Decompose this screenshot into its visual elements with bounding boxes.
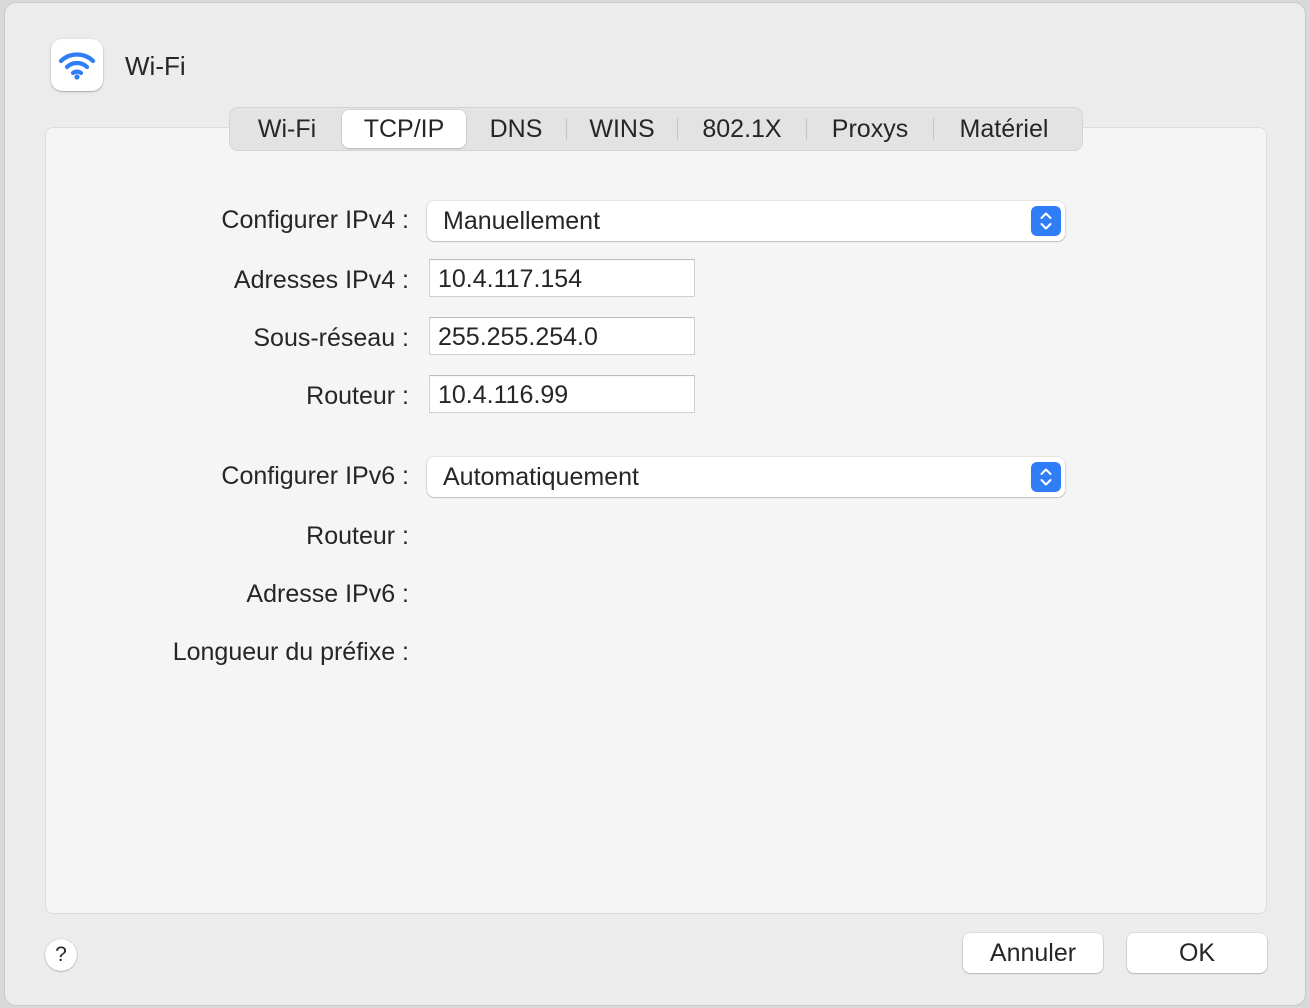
ipv4-router-value: 10.4.116.99 <box>438 381 569 409</box>
tab-dns[interactable]: DNS <box>466 110 566 148</box>
configure-ipv6-value: Automatiquement <box>443 463 639 491</box>
tab-materiel[interactable]: Matériel <box>934 110 1074 148</box>
tab-8021x[interactable]: 802.1X <box>678 110 806 148</box>
wifi-app-icon <box>51 39 103 91</box>
ipv4-address-label: Adresses IPv4 : <box>233 266 409 294</box>
cancel-button[interactable]: Annuler <box>963 933 1103 973</box>
ipv6-address-label: Adresse IPv6 : <box>246 580 409 608</box>
configure-ipv4-value: Manuellement <box>443 207 601 235</box>
ipv4-address-field[interactable]: 10.4.117.154 <box>429 259 695 297</box>
popup-stepper-icon <box>1031 462 1061 492</box>
subnet-value: 255.255.254.0 <box>438 323 598 351</box>
wifi-icon <box>58 52 96 80</box>
tab-proxys[interactable]: Proxys <box>807 110 933 148</box>
prefix-length-label: Longueur du préfixe : <box>172 638 409 666</box>
tab-tcpip[interactable]: TCP/IP <box>342 110 466 148</box>
subnet-field[interactable]: 255.255.254.0 <box>429 317 695 355</box>
ok-button[interactable]: OK <box>1127 933 1267 973</box>
help-button[interactable]: ? <box>45 939 77 971</box>
window-title: Wi-Fi <box>125 51 186 81</box>
ipv4-address-value: 10.4.117.154 <box>438 265 583 293</box>
subnet-label: Sous-réseau : <box>253 324 409 352</box>
ipv6-router-label: Routeur : <box>306 522 409 550</box>
popup-stepper-icon <box>1031 206 1061 236</box>
configure-ipv6-popup[interactable]: Automatiquement <box>427 457 1065 497</box>
ipv4-router-field[interactable]: 10.4.116.99 <box>429 375 695 413</box>
configure-ipv6-label: Configurer IPv6 : <box>221 462 409 490</box>
network-settings-window: Wi-Fi Wi-Fi TCP/IP DNS WINS 802.1X Proxy… <box>4 2 1306 1006</box>
configure-ipv4-popup[interactable]: Manuellement <box>427 201 1065 241</box>
configure-ipv4-label: Configurer IPv4 : <box>221 206 409 234</box>
tcpip-panel <box>45 127 1267 914</box>
tab-wifi[interactable]: Wi-Fi <box>232 110 342 148</box>
ipv4-router-label: Routeur : <box>306 382 409 410</box>
tab-wins[interactable]: WINS <box>567 110 677 148</box>
tab-bar: Wi-Fi TCP/IP DNS WINS 802.1X Proxys Maté… <box>229 107 1083 151</box>
